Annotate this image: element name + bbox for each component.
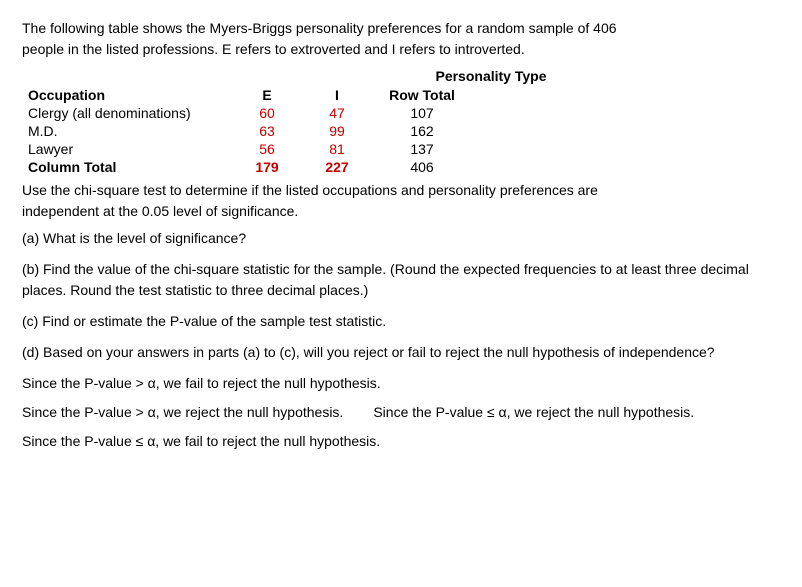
header-row-total: Row Total [372, 86, 472, 104]
i-1: 47 [302, 104, 372, 122]
header-e: E [232, 86, 302, 104]
i-2: 99 [302, 122, 372, 140]
answer-c1: Since the P-value ≤ α, we fail to reject… [22, 431, 780, 452]
answer-b-group: Since the P-value > α, we reject the nul… [22, 402, 780, 423]
row-total-3: 137 [372, 140, 472, 158]
row-total-total: 406 [372, 158, 472, 176]
e-2: 63 [232, 122, 302, 140]
data-table: Occupation E I Row Total Clergy (all den… [22, 86, 472, 176]
question-b: (b) Find the value of the chi-square sta… [22, 259, 780, 301]
e-total: 179 [232, 158, 302, 176]
answer-b2: Since the P-value ≤ α, we reject the nul… [373, 402, 694, 423]
table-row-column-total: Column Total 179 227 406 [22, 158, 472, 176]
row-total-1: 107 [372, 104, 472, 122]
intro-text: The following table shows the Myers-Brig… [22, 18, 780, 60]
header-occupation: Occupation [22, 86, 232, 104]
occupation-3: Lawyer [22, 140, 232, 158]
question-c: (c) Find or estimate the P-value of the … [22, 311, 780, 332]
personality-type-header: Personality Type [202, 68, 780, 84]
occupation-1: Clergy (all denominations) [22, 104, 232, 122]
table-row: Clergy (all denominations) 60 47 107 [22, 104, 472, 122]
table-row: M.D. 63 99 162 [22, 122, 472, 140]
question-a: (a) What is the level of significance? [22, 228, 780, 249]
occupation-2: M.D. [22, 122, 232, 140]
occupation-total: Column Total [22, 158, 232, 176]
i-total: 227 [302, 158, 372, 176]
e-3: 56 [232, 140, 302, 158]
header-i: I [302, 86, 372, 104]
answer-b1: Since the P-value > α, we reject the nul… [22, 402, 343, 423]
row-total-2: 162 [372, 122, 472, 140]
chi-square-text: Use the chi-square test to determine if … [22, 180, 780, 222]
i-3: 81 [302, 140, 372, 158]
answer-a1: Since the P-value > α, we fail to reject… [22, 373, 780, 394]
table-header-row: Occupation E I Row Total [22, 86, 472, 104]
question-d: (d) Based on your answers in parts (a) t… [22, 342, 780, 363]
table-row: Lawyer 56 81 137 [22, 140, 472, 158]
e-1: 60 [232, 104, 302, 122]
